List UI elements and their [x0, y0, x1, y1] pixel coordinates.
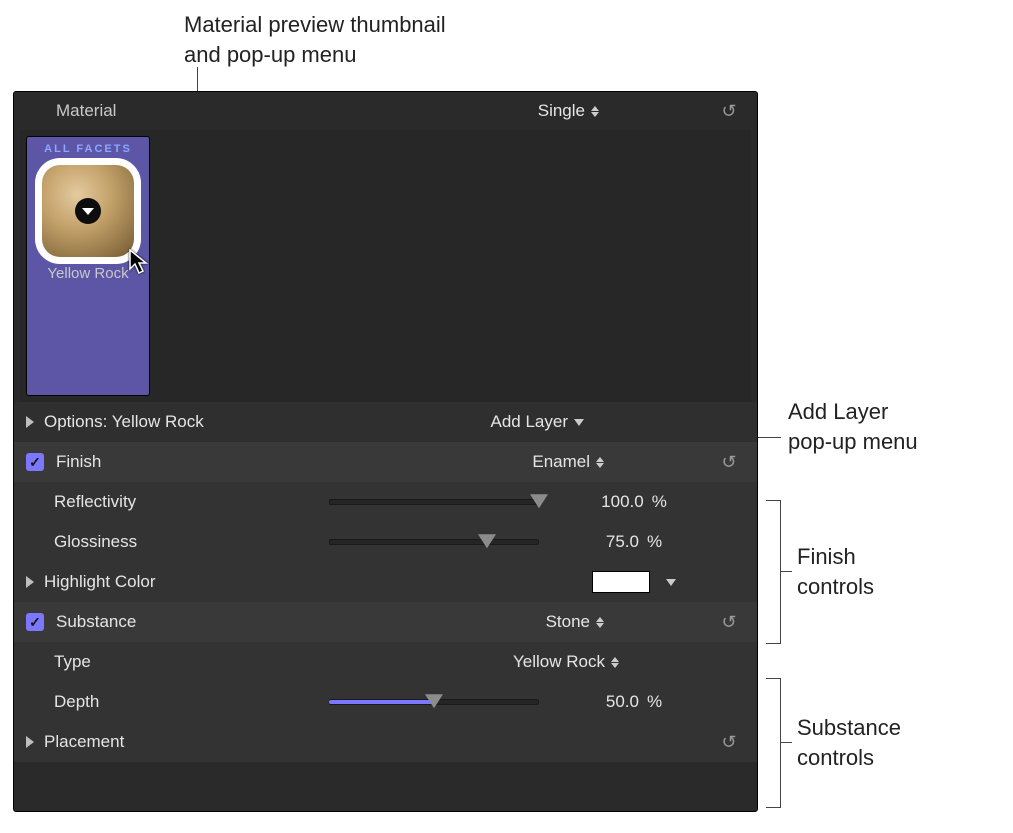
finish-title: Finish [56, 452, 101, 472]
reflectivity-value[interactable]: 100.0 [601, 492, 644, 512]
reset-icon[interactable]: ↺ [719, 732, 739, 753]
chevron-down-icon [574, 419, 584, 426]
reset-icon[interactable]: ↺ [719, 452, 739, 473]
glossiness-slider[interactable] [329, 532, 539, 552]
disclosure-icon[interactable] [26, 736, 34, 748]
substance-material-label: Yellow Rock [513, 652, 605, 672]
substance-type-popup[interactable]: Stone [546, 612, 604, 632]
depth-slider[interactable] [329, 692, 539, 712]
material-well: ALL FACETS Yellow Rock [20, 130, 751, 402]
callout-finish: Finish controls [797, 542, 874, 601]
add-layer-popup[interactable]: Add Layer [491, 412, 585, 432]
updown-icon [611, 657, 619, 668]
bracket-substance [766, 678, 781, 808]
finish-checkbox[interactable] [26, 453, 44, 471]
glossiness-row: Glossiness 75.0 % [14, 522, 757, 562]
reflectivity-label: Reflectivity [54, 492, 136, 512]
slider-fill [329, 700, 434, 704]
substance-checkbox[interactable] [26, 613, 44, 631]
callout-thumbnail: Material preview thumbnail and pop-up me… [184, 10, 446, 69]
facet-card[interactable]: ALL FACETS Yellow Rock [26, 136, 150, 396]
callout-lead [780, 571, 792, 572]
parameter-rows: Options: Yellow Rock Add Layer Finish En… [14, 402, 757, 762]
slider-knob[interactable] [478, 534, 496, 548]
callout-substance: Substance controls [797, 713, 901, 772]
bracket-finish [766, 500, 781, 644]
substance-type-row: Type Yellow Rock [14, 642, 757, 682]
panel-header: Material Single ↺ [14, 92, 757, 130]
glossiness-label: Glossiness [54, 532, 137, 552]
panel-title: Material [56, 101, 116, 121]
material-popup-button[interactable] [75, 198, 101, 224]
highlight-color-swatch[interactable] [592, 571, 650, 593]
annotated-screenshot: Material preview thumbnail and pop-up me… [0, 0, 1013, 833]
updown-icon [591, 106, 599, 117]
unit-label: % [652, 492, 667, 512]
reset-icon[interactable]: ↺ [719, 612, 739, 633]
substance-type-label: Stone [546, 612, 590, 632]
updown-icon [596, 457, 604, 468]
material-inspector-panel: Material Single ↺ ALL FACETS Yellow Rock [13, 91, 758, 812]
options-row: Options: Yellow Rock Add Layer [14, 402, 757, 442]
substance-title: Substance [56, 612, 136, 632]
placement-row: Placement ↺ [14, 722, 757, 762]
slider-knob[interactable] [530, 494, 548, 508]
material-preview-thumbnail[interactable] [38, 161, 138, 261]
disclosure-icon[interactable] [26, 576, 34, 588]
finish-type-label: Enamel [532, 452, 590, 472]
unit-label: % [647, 532, 662, 552]
reflectivity-slider[interactable] [329, 492, 539, 512]
chevron-down-icon [82, 208, 94, 215]
depth-row: Depth 50.0 % [14, 682, 757, 722]
finish-type-popup[interactable]: Enamel [532, 452, 604, 472]
depth-label: Depth [54, 692, 99, 712]
material-name-label: Yellow Rock [33, 265, 143, 282]
unit-label: % [647, 692, 662, 712]
substance-material-popup[interactable]: Yellow Rock [513, 652, 619, 672]
callout-lead [780, 742, 792, 743]
options-label: Options: Yellow Rock [44, 412, 204, 432]
substance-section-header: Substance Stone ↺ [14, 602, 757, 642]
slider-knob[interactable] [425, 694, 443, 708]
facet-heading: ALL FACETS [33, 143, 143, 155]
placement-label: Placement [44, 732, 124, 752]
facet-mode-label: Single [538, 101, 585, 121]
updown-icon [596, 617, 604, 628]
add-layer-label: Add Layer [491, 412, 569, 432]
highlight-color-label: Highlight Color [44, 572, 156, 592]
chevron-down-icon[interactable] [666, 579, 676, 586]
callout-addlayer: Add Layer pop-up menu [788, 397, 918, 456]
highlight-color-row: Highlight Color [14, 562, 757, 602]
disclosure-icon[interactable] [26, 416, 34, 428]
glossiness-value[interactable]: 75.0 [606, 532, 639, 552]
reset-icon[interactable]: ↺ [719, 101, 739, 122]
reflectivity-row: Reflectivity 100.0 % [14, 482, 757, 522]
facet-mode-popup[interactable]: Single [538, 101, 599, 121]
finish-section-header: Finish Enamel ↺ [14, 442, 757, 482]
depth-value[interactable]: 50.0 [606, 692, 639, 712]
type-label: Type [54, 652, 91, 672]
